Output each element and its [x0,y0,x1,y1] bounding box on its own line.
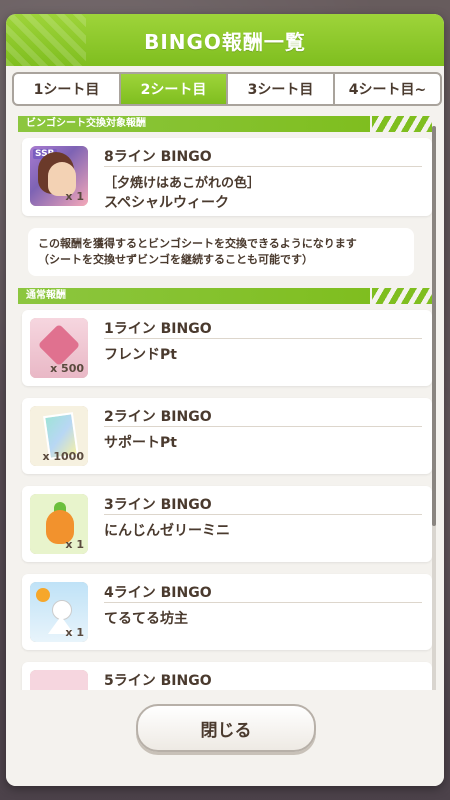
reward-name: スペシャルウィーク [104,195,230,211]
reward-item-2-line[interactable]: x 1000 2ライン BINGO サポートPt [22,398,432,474]
tab-sheet-2[interactable]: 2シート目 [121,74,228,104]
dialog-footer: 閉じる [6,690,444,786]
reward-item-4-line[interactable]: x 1 4ライン BINGO てるてる坊主 [22,574,432,650]
reward-quantity: x 1 [65,626,84,639]
bingo-rewards-dialog: BINGO報酬一覧 1シート目 2シート目 3シート目 4シート目~ ビンゴシー… [6,14,444,786]
ssr-card-icon: SSR x 1 [30,146,88,206]
teru-teru-bozu-icon: x 1 [30,582,88,642]
tab-sheet-1[interactable]: 1シート目 [14,74,121,104]
reward-line-label: 2ライン BINGO [104,406,422,427]
reward-item-3-line[interactable]: x 1 3ライン BINGO にんじんゼリーミニ [22,486,432,562]
list-scrollbar[interactable] [432,126,436,704]
section-label-exchange: ビンゴシート交換対象報酬 [18,116,432,132]
reward-item-1-line[interactable]: x 500 1ライン BINGO フレンドPt [22,310,432,386]
note-line-2: （シートを交換せずビンゴを継続することも可能です） [38,253,313,266]
dialog-title: BINGO報酬一覧 [144,29,306,54]
reward-line-label: 5ライン BINGO [104,670,422,691]
note-line-1: この報酬を獲得するとビンゴシートを交換できるようになります [38,237,357,250]
section-label-normal: 通常報酬 [18,288,432,304]
friend-point-icon: x 500 [30,318,88,378]
dialog-header: BINGO報酬一覧 [6,14,444,66]
reward-line-label: 3ライン BINGO [104,494,422,515]
reward-name: てるてる坊主 [104,611,188,627]
exchange-note: この報酬を獲得するとビンゴシートを交換できるようになります （シートを交換せずビ… [28,228,414,276]
support-point-icon: x 1000 [30,406,88,466]
reward-quantity: x 1000 [42,450,84,463]
reward-line-label: 1ライン BINGO [104,318,422,339]
reward-list[interactable]: ビンゴシート交換対象報酬 SSR x 1 8ライン BINGO ［夕焼けはあこが… [18,114,432,704]
tab-sheet-3[interactable]: 3シート目 [228,74,335,104]
carrot-jelly-icon: x 1 [30,494,88,554]
ssr-badge: SSR [33,149,57,159]
reward-line-label: 4ライン BINGO [104,582,422,603]
scrollbar-thumb[interactable] [432,126,436,526]
reward-quantity: x 500 [50,362,84,375]
reward-card-title: ［夕焼けはあこがれの色］ [104,176,261,191]
tab-sheet-4[interactable]: 4シート目~ [335,74,440,104]
close-button[interactable]: 閉じる [136,704,316,752]
sheet-tabs: 1シート目 2シート目 3シート目 4シート目~ [12,72,442,106]
reward-name: にんじんゼリーミニ [104,523,230,539]
reward-quantity: x 1 [65,538,84,551]
reward-line-label: 8ライン BINGO [104,146,422,167]
reward-name: フレンドPt [104,347,177,363]
reward-quantity: x 1 [65,190,84,203]
reward-name: サポートPt [104,435,177,451]
reward-item-8-line[interactable]: SSR x 1 8ライン BINGO ［夕焼けはあこがれの色］ スペシャルウィー… [22,138,432,216]
